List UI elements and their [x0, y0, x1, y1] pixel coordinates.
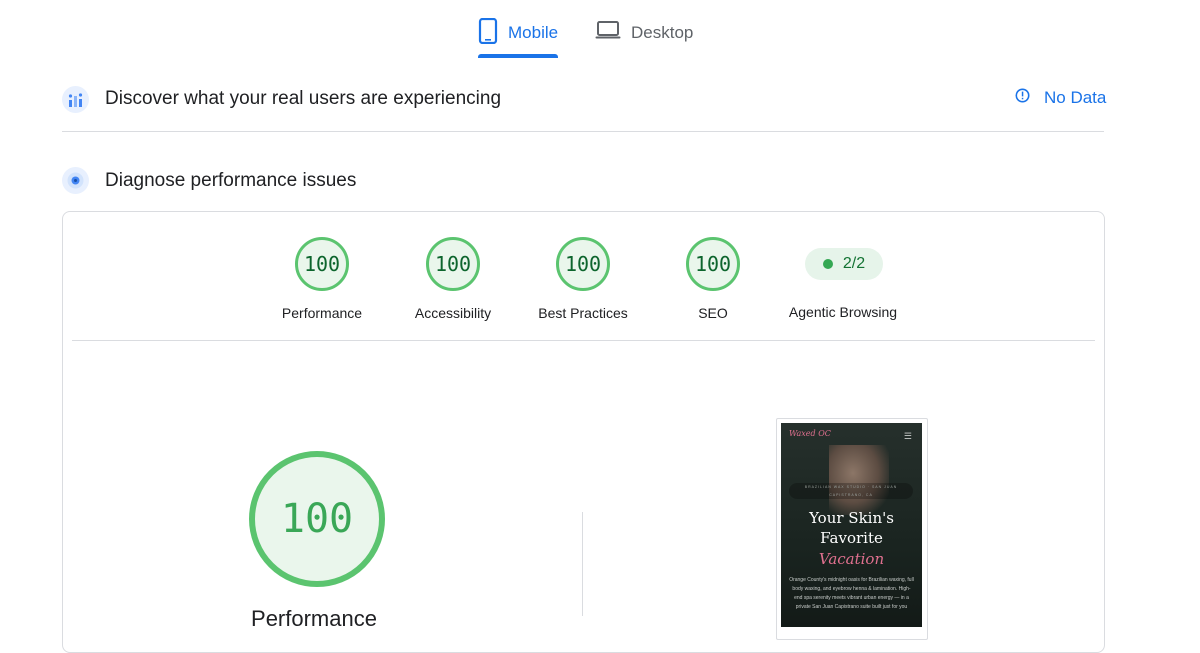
laptop-icon: [595, 18, 621, 47]
agentic-browsing-label: Agentic Browsing: [788, 304, 898, 320]
users-chart-icon: [62, 86, 89, 113]
section-divider: [62, 131, 1104, 132]
gauge-label: Performance: [281, 305, 363, 321]
gauge-performance[interactable]: 100 Performance: [267, 237, 377, 321]
field-data-title: Discover what your real users are experi…: [105, 88, 502, 109]
page-screenshot[interactable]: Waxed OC ☰ BRAZILIAN WAX STUDIO · SAN JU…: [781, 423, 922, 627]
hero-tagline: BRAZILIAN WAX STUDIO · SAN JUAN CAPISTRA…: [789, 483, 913, 499]
mobile-icon: [478, 17, 498, 49]
performance-main-gauge: 100: [249, 451, 385, 587]
no-data-link[interactable]: No Data: [1015, 88, 1106, 108]
hero-heading-line-1: Your Skin's: [809, 509, 894, 527]
gauge-label: Accessibility: [414, 305, 492, 321]
hamburger-menu-icon: ☰: [903, 431, 912, 441]
site-logo: Waxed OC: [789, 429, 831, 438]
gauge-label: Best Practices: [538, 305, 628, 321]
score-circle: 100: [556, 237, 610, 291]
agentic-browsing-badge[interactable]: 2/2: [805, 248, 883, 280]
no-data-label: No Data: [1044, 88, 1107, 107]
tab-mobile-label: Mobile: [508, 23, 559, 42]
gauge-best-practices[interactable]: 100 Best Practices: [528, 237, 638, 321]
score-circle: 100: [295, 237, 349, 291]
diagnose-icon: [62, 167, 89, 194]
gauge-seo[interactable]: 100 SEO: [658, 237, 768, 321]
info-icon: [1015, 88, 1030, 108]
hero-heading-line-2: Favorite: [820, 529, 883, 547]
gauges-divider: [72, 340, 1095, 341]
tab-mobile[interactable]: Mobile: [478, 17, 559, 58]
gauge-accessibility[interactable]: 100 Accessibility: [398, 237, 508, 321]
score-circle: 100: [686, 237, 740, 291]
performance-main-label: Performance: [251, 606, 377, 631]
hero-heading-line-3: Vacation: [818, 550, 885, 568]
pass-dot-icon: [822, 259, 833, 269]
diagnose-title: Diagnose performance issues: [105, 170, 357, 191]
hero-body-text: Orange County's midnight oasis for Brazi…: [789, 577, 914, 610]
tab-desktop[interactable]: Desktop: [595, 18, 693, 58]
hero-image: [829, 445, 889, 515]
agentic-score: 2/2: [842, 255, 866, 272]
gauge-label: SEO: [698, 305, 728, 321]
vertical-divider: [582, 512, 583, 616]
score-circle: 100: [426, 237, 480, 291]
active-tab-indicator: [478, 54, 558, 58]
tab-desktop-label: Desktop: [631, 23, 694, 42]
